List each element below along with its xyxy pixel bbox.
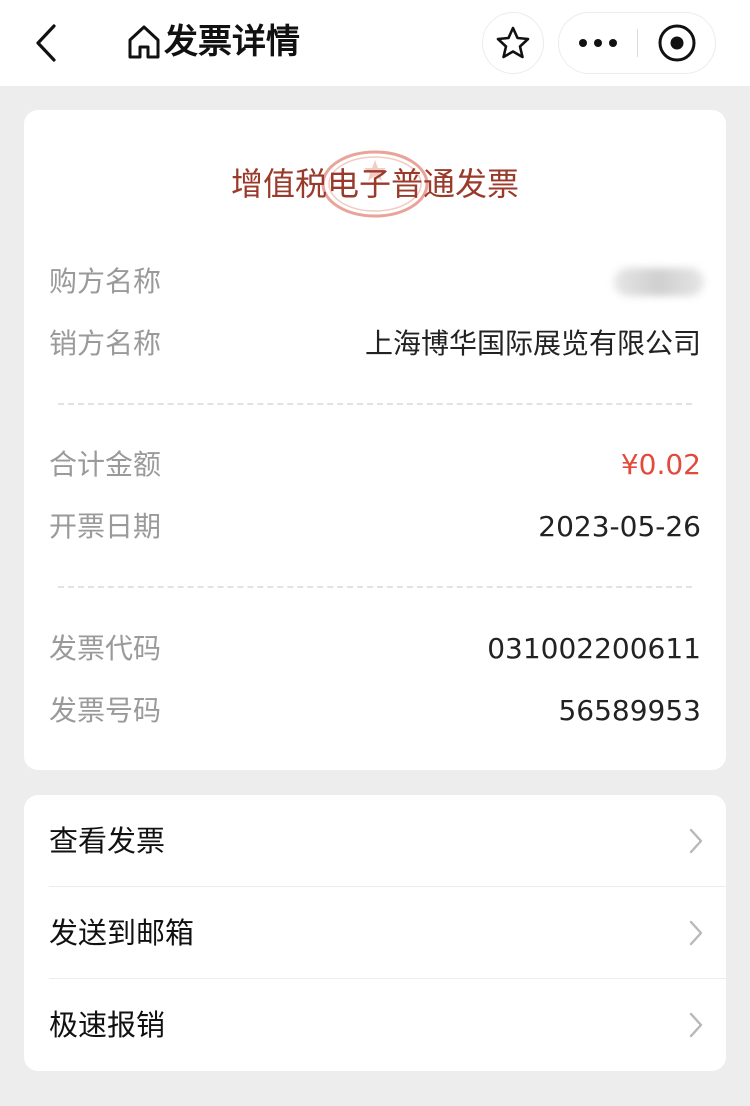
invoice-number-row: 发票号码 56589953 [24,689,726,733]
chevron-right-icon [689,1012,703,1038]
target-circle-icon [658,24,696,62]
view-invoice-item[interactable]: 查看发票 [24,795,726,887]
amount-value: ¥0.02 [620,448,701,481]
buyer-value-redacted [614,268,704,296]
star-icon [496,26,530,59]
invoice-number-value: 56589953 [558,694,701,727]
seller-value: 上海博华国际展览有限公司 [364,327,701,360]
menu-capsule [558,12,716,74]
buyer-label: 购方名称 [49,265,162,298]
dashed-divider [58,586,692,588]
navigation-bar: 发票详情 [0,0,750,86]
buyer-row: 购方名称 [24,260,726,304]
amount-row: 合计金额 ¥0.02 [24,443,726,487]
invoice-actions-card: 查看发票 发送到邮箱 极速报销 [24,795,726,1071]
invoice-number-label: 发票号码 [49,694,162,727]
close-miniprogram-button[interactable] [638,13,716,73]
date-row: 开票日期 2023-05-26 [24,505,726,549]
home-icon[interactable] [124,22,164,62]
send-to-email-label: 发送到邮箱 [49,916,195,950]
amount-label: 合计金额 [49,448,162,481]
invoice-code-value: 031002200611 [487,632,701,665]
quick-reimburse-label: 极速报销 [49,1008,166,1042]
invoice-code-label: 发票代码 [49,632,162,665]
back-button[interactable] [26,20,66,66]
invoice-detail-card: 增值税电子普通发票 购方名称 销方名称 上海博华国际展览有限公司 合计金额 ¥0… [24,110,726,770]
seller-row: 销方名称 上海博华国际展览有限公司 [24,322,726,366]
chevron-right-icon [689,828,703,854]
favorite-button[interactable] [482,12,544,74]
chevron-right-icon [689,920,703,946]
dashed-divider [58,403,692,405]
page-title: 发票详情 [164,22,300,62]
date-label: 开票日期 [49,510,162,543]
quick-reimburse-item[interactable]: 极速报销 [24,979,726,1071]
view-invoice-label: 查看发票 [49,824,166,858]
chevron-left-icon [36,24,56,62]
date-value: 2023-05-26 [538,510,701,543]
more-button[interactable] [559,13,637,73]
seller-label: 销方名称 [49,327,162,360]
invoice-code-row: 发票代码 031002200611 [24,627,726,671]
invoice-type-title: 增值税电子普通发票 [230,165,519,203]
more-dots-icon [579,39,617,47]
send-to-email-item[interactable]: 发送到邮箱 [24,887,726,979]
